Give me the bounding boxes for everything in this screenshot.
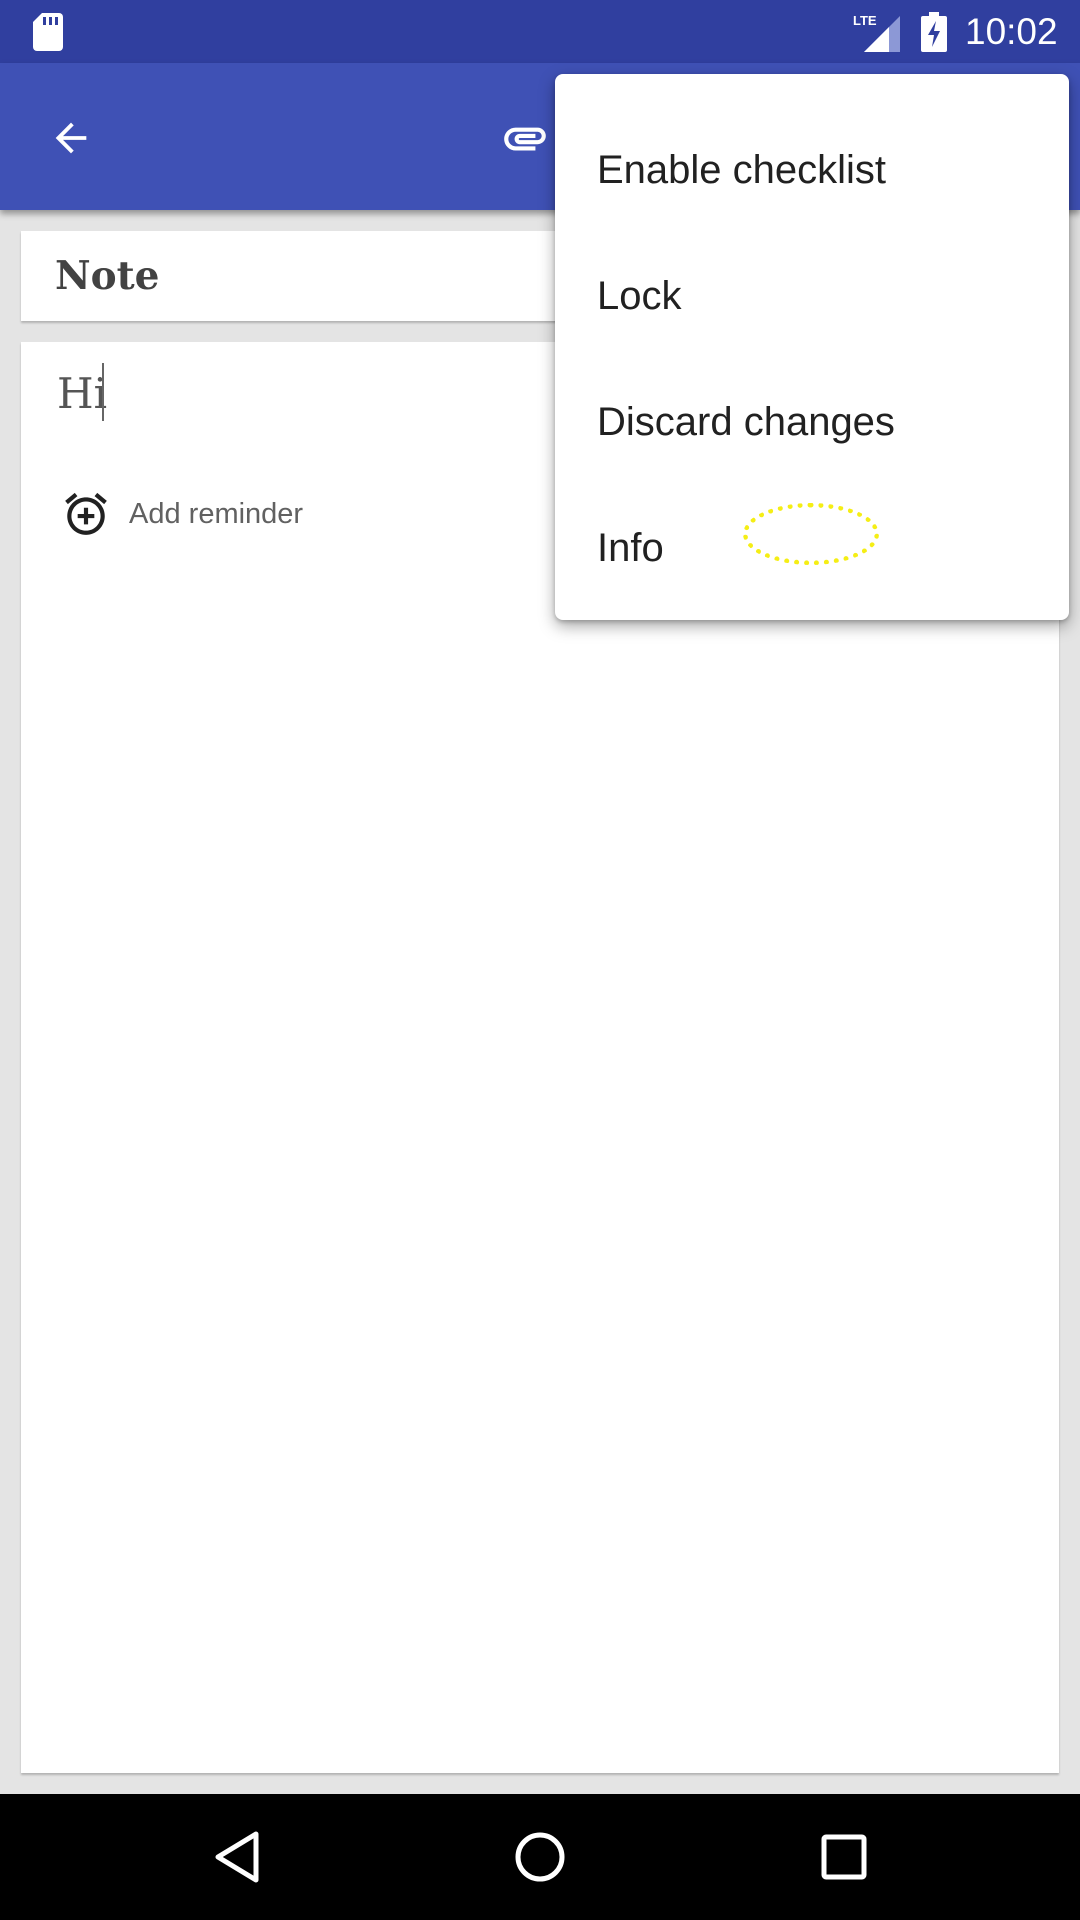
clock: 10:02 [965,11,1058,52]
menu-item-label: Enable checklist [597,148,887,192]
nav-home-icon [515,1832,565,1882]
note-title-input[interactable]: Note [55,251,160,301]
navigation-bar [0,1794,1080,1920]
nav-back-icon [215,1831,259,1883]
attach-button[interactable] [490,103,560,173]
menu-item-enable-checklist[interactable]: Enable checklist [555,107,1069,233]
battery-charging-icon [921,12,947,52]
lte-signal-icon: LTE [853,13,900,52]
nav-back-button[interactable] [193,1814,283,1900]
status-bar: LTE 10:02 [0,0,1080,63]
menu-item-label: Lock [597,274,682,318]
menu-item-discard-changes[interactable]: Discard changes [555,359,1069,485]
add-reminder-button[interactable]: Add reminder [61,485,381,545]
svg-text:LTE: LTE [853,13,877,28]
nav-recents-icon [821,1834,867,1880]
menu-item-label: Discard changes [597,400,895,444]
menu-item-label: Info [597,526,664,570]
note-body-input[interactable]: Hi [57,364,107,424]
nav-home-button[interactable] [495,1814,585,1900]
nav-recents-button[interactable] [799,1814,889,1900]
alarm-add-icon [65,492,107,535]
text-cursor [102,363,104,421]
back-button[interactable] [30,103,112,173]
paperclip-icon [504,127,546,151]
tap-highlight-marker [743,503,879,565]
menu-item-lock[interactable]: Lock [555,233,1069,359]
add-reminder-label: Add reminder [129,498,304,530]
back-arrow-icon [55,122,87,154]
sd-card-icon [33,13,63,51]
